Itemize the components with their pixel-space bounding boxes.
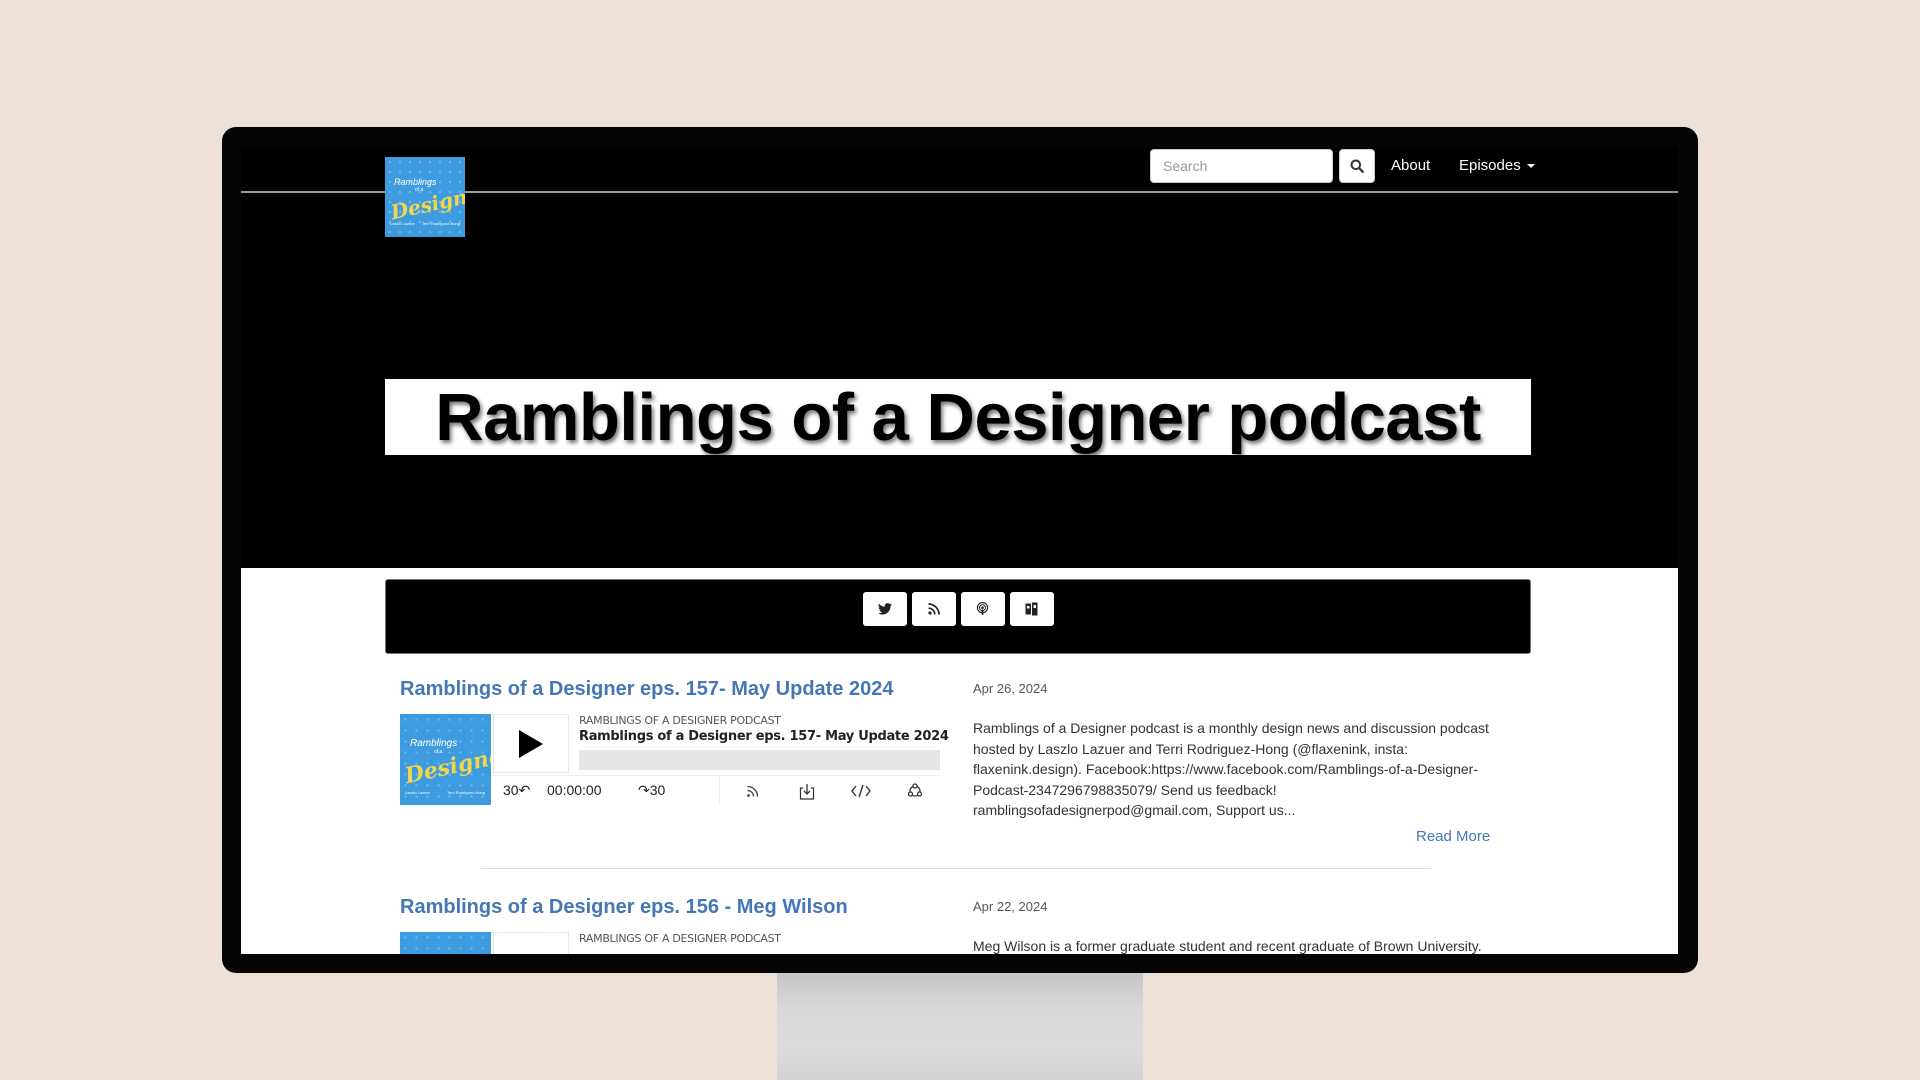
play-button[interactable] [493,714,569,773]
player-time: 00:00:00 [547,782,602,798]
artwork-host-2: Terri Rodriguez-Hong [446,790,485,795]
logo-host-2: Terri Rodriguez-Hong [421,221,460,226]
player-episode-title: Ramblings of a Designer eps. 157- May Up… [579,729,949,744]
podbean-button[interactable] [1009,592,1054,626]
episode-description: Meg Wilson is a former graduate student … [973,938,1482,954]
episode-artwork: Ramblings of a Designer Laszlo Lazuer Te… [400,714,491,805]
logo-hosts: Laszlo Lazuer Terri Rodriguez-Hong [390,221,460,226]
monitor-frame: Ramblings of a Designer Laszlo Lazuer Te… [222,127,1698,973]
hero-title-box: Ramblings of a Designer podcast [385,379,1531,455]
player-rss-button[interactable] [743,781,763,801]
rewind-30-button[interactable]: 30↶ [503,782,530,799]
episode-separator [481,868,1431,869]
artwork-hosts: Laszlo Lazuer Terri Rodriguez-Hong [405,790,485,795]
read-more-link[interactable]: Read More [1416,828,1490,845]
caret-down-icon [1526,164,1535,169]
search-button[interactable] [1339,149,1375,183]
apple-podcasts-button[interactable] [960,592,1005,626]
controls-divider [719,776,720,804]
podcast-logo[interactable]: Ramblings of a Designer Laszlo Lazuer Te… [385,157,465,237]
artwork-text-ramblings: Ramblings [410,738,458,749]
content-area: Ramblings of a Designer eps. 157- May Up… [241,568,1678,954]
social-links-bar [385,579,1531,654]
artwork-host-1: Laszlo Lazuer [405,790,430,795]
search-input[interactable] [1150,149,1333,183]
monitor-stand [777,970,1143,1080]
rss-button[interactable] [911,592,956,626]
play-button[interactable] [493,932,569,954]
logo-text-ofa: of a [415,187,424,193]
episode-date: Apr 26, 2024 [973,681,1048,696]
search-icon [1350,159,1364,173]
player-progress-bar[interactable] [579,750,940,770]
share-icon [907,783,923,797]
episode-date: Apr 22, 2024 [973,899,1048,914]
podbean-icon [1025,602,1038,616]
forward-30-button[interactable]: ↷30 [638,782,665,799]
rss-icon [747,785,759,797]
twitter-button[interactable] [862,592,907,626]
nav-episodes-dropdown[interactable]: Episodes [1459,157,1535,174]
artwork-text-ofa: of a [434,749,443,755]
audio-player: Ramblings of a Designer Laszlo Lazuer Te… [400,714,949,806]
nav-about-link[interactable]: About [1391,157,1430,174]
hero-title: Ramblings of a Designer podcast [435,379,1481,455]
play-icon [519,729,543,758]
audio-player: RAMBLINGS OF A DESIGNER PODCAST [400,932,940,954]
twitter-icon [877,603,892,615]
logo-text-ramblings: Ramblings [394,177,437,187]
podcast-icon [976,602,989,616]
player-download-button[interactable] [797,781,817,801]
episode-artwork [400,932,491,954]
player-embed-button[interactable] [851,781,871,801]
episode-item: Ramblings of a Designer eps. 156 - Meg W… [385,896,1531,954]
episode-title-link[interactable]: Ramblings of a Designer eps. 157- May Up… [400,678,894,701]
rss-icon [927,603,940,615]
episode-title-link[interactable]: Ramblings of a Designer eps. 156 - Meg W… [400,896,848,919]
nav-episodes-label: Episodes [1459,157,1521,174]
embed-code-icon [851,784,871,798]
download-icon [799,783,815,800]
logo-host-1: Laszlo Lazuer [390,221,415,226]
browser-screen: Ramblings of a Designer Laszlo Lazuer Te… [241,147,1678,954]
player-controls: 30↶ 00:00:00 ↷30 [493,775,940,806]
episode-item: Ramblings of a Designer eps. 157- May Up… [385,678,1531,878]
episode-description: Ramblings of a Designer podcast is a mon… [973,720,1489,818]
player-show-name: RAMBLINGS OF A DESIGNER PODCAST [579,932,781,945]
player-show-name: RAMBLINGS OF A DESIGNER PODCAST [579,714,781,727]
player-share-button[interactable] [905,781,925,801]
